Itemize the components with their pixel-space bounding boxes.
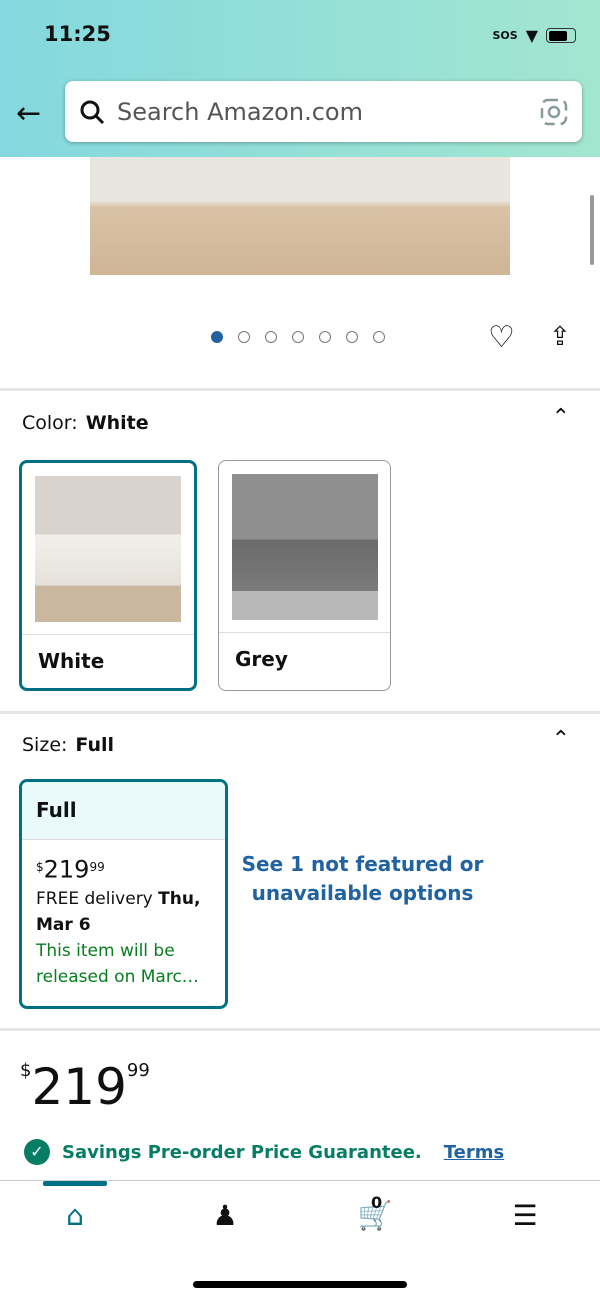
divider	[0, 388, 600, 391]
white-bed-thumbnail	[22, 463, 194, 635]
heart-icon[interactable]: ♡	[488, 320, 515, 355]
price-whole: 219	[31, 1058, 127, 1116]
terms-link[interactable]: Terms	[444, 1142, 504, 1163]
delivery-prefix: FREE delivery	[36, 888, 159, 909]
size-label: Size: Full	[22, 734, 114, 756]
carousel-dot[interactable]	[373, 331, 385, 343]
guarantee-text: Savings Pre-order Price Guarantee.	[62, 1141, 422, 1163]
currency: $	[20, 1060, 32, 1081]
cart-icon[interactable]: 0 🛒	[345, 1193, 405, 1232]
size-option-price: $21999	[36, 854, 211, 886]
status-icons: SOS ▼	[492, 26, 576, 45]
cart-count: 0	[371, 1193, 383, 1212]
status-time: 11:25	[44, 22, 111, 46]
check-circle-icon: ✓	[24, 1139, 50, 1165]
price-guarantee: ✓ Savings Pre-order Price Guarantee. Ter…	[24, 1139, 504, 1165]
currency: $	[36, 860, 44, 874]
carousel-dot[interactable]	[265, 331, 277, 343]
wifi-icon: ▼	[525, 26, 538, 45]
menu-icon[interactable]: ☰	[495, 1199, 555, 1232]
battery-icon	[546, 28, 576, 43]
header: 11:25 SOS ▼ ← Search Amazon.com	[0, 0, 600, 157]
carousel-dot[interactable]	[292, 331, 304, 343]
size-option-name: Full	[22, 782, 225, 840]
carousel-dot[interactable]	[211, 331, 223, 343]
product-image[interactable]	[90, 140, 510, 275]
price-fraction: 99	[89, 860, 105, 874]
bottom-nav: ⌂ ♟ 0 🛒 ☰	[0, 1180, 600, 1299]
back-button[interactable]: ←	[16, 96, 41, 131]
color-label: Color: White	[22, 412, 149, 434]
color-option-name: Grey	[235, 647, 288, 671]
release-note: This item will be released on Marc…	[36, 940, 199, 987]
carousel-dot[interactable]	[238, 331, 250, 343]
scrollbar[interactable]	[590, 195, 594, 265]
divider	[0, 711, 600, 714]
sos-indicator: SOS	[492, 29, 518, 42]
price-fraction: 99	[126, 1060, 150, 1081]
color-label-text: Color:	[22, 412, 78, 434]
size-label-text: Size:	[22, 734, 68, 756]
carousel-dot[interactable]	[319, 331, 331, 343]
carousel-dot[interactable]	[346, 331, 358, 343]
price: $21999	[20, 1058, 150, 1116]
color-option-white[interactable]: White	[19, 460, 197, 691]
chevron-up-icon[interactable]: ⌃	[552, 405, 570, 430]
account-icon[interactable]: ♟	[195, 1199, 255, 1232]
chevron-up-icon[interactable]: ⌃	[552, 727, 570, 752]
color-selected: White	[85, 412, 149, 434]
home-icon[interactable]: ⌂	[45, 1199, 105, 1232]
home-indicator	[193, 1281, 407, 1288]
share-icon[interactable]: ⇪	[549, 322, 571, 352]
carousel-dots	[211, 331, 385, 343]
search-input[interactable]: Search Amazon.com	[65, 81, 582, 142]
grey-bed-thumbnail	[219, 461, 390, 633]
price-whole: 219	[43, 855, 90, 884]
delivery-info: FREE delivery Thu, Mar 6	[36, 886, 211, 938]
size-selected: Full	[75, 734, 114, 756]
active-tab-indicator	[43, 1181, 107, 1186]
search-placeholder: Search Amazon.com	[117, 97, 363, 126]
see-more-options-link[interactable]: See 1 not featured or unavailable option…	[240, 850, 485, 908]
search-icon	[80, 100, 105, 124]
color-option-name: White	[38, 649, 105, 673]
color-option-grey[interactable]: Grey	[218, 460, 391, 691]
size-option-full[interactable]: Full $21999 FREE delivery Thu, Mar 6 Thi…	[19, 779, 228, 1009]
divider	[0, 1028, 600, 1031]
camera-search-icon[interactable]	[540, 98, 568, 126]
